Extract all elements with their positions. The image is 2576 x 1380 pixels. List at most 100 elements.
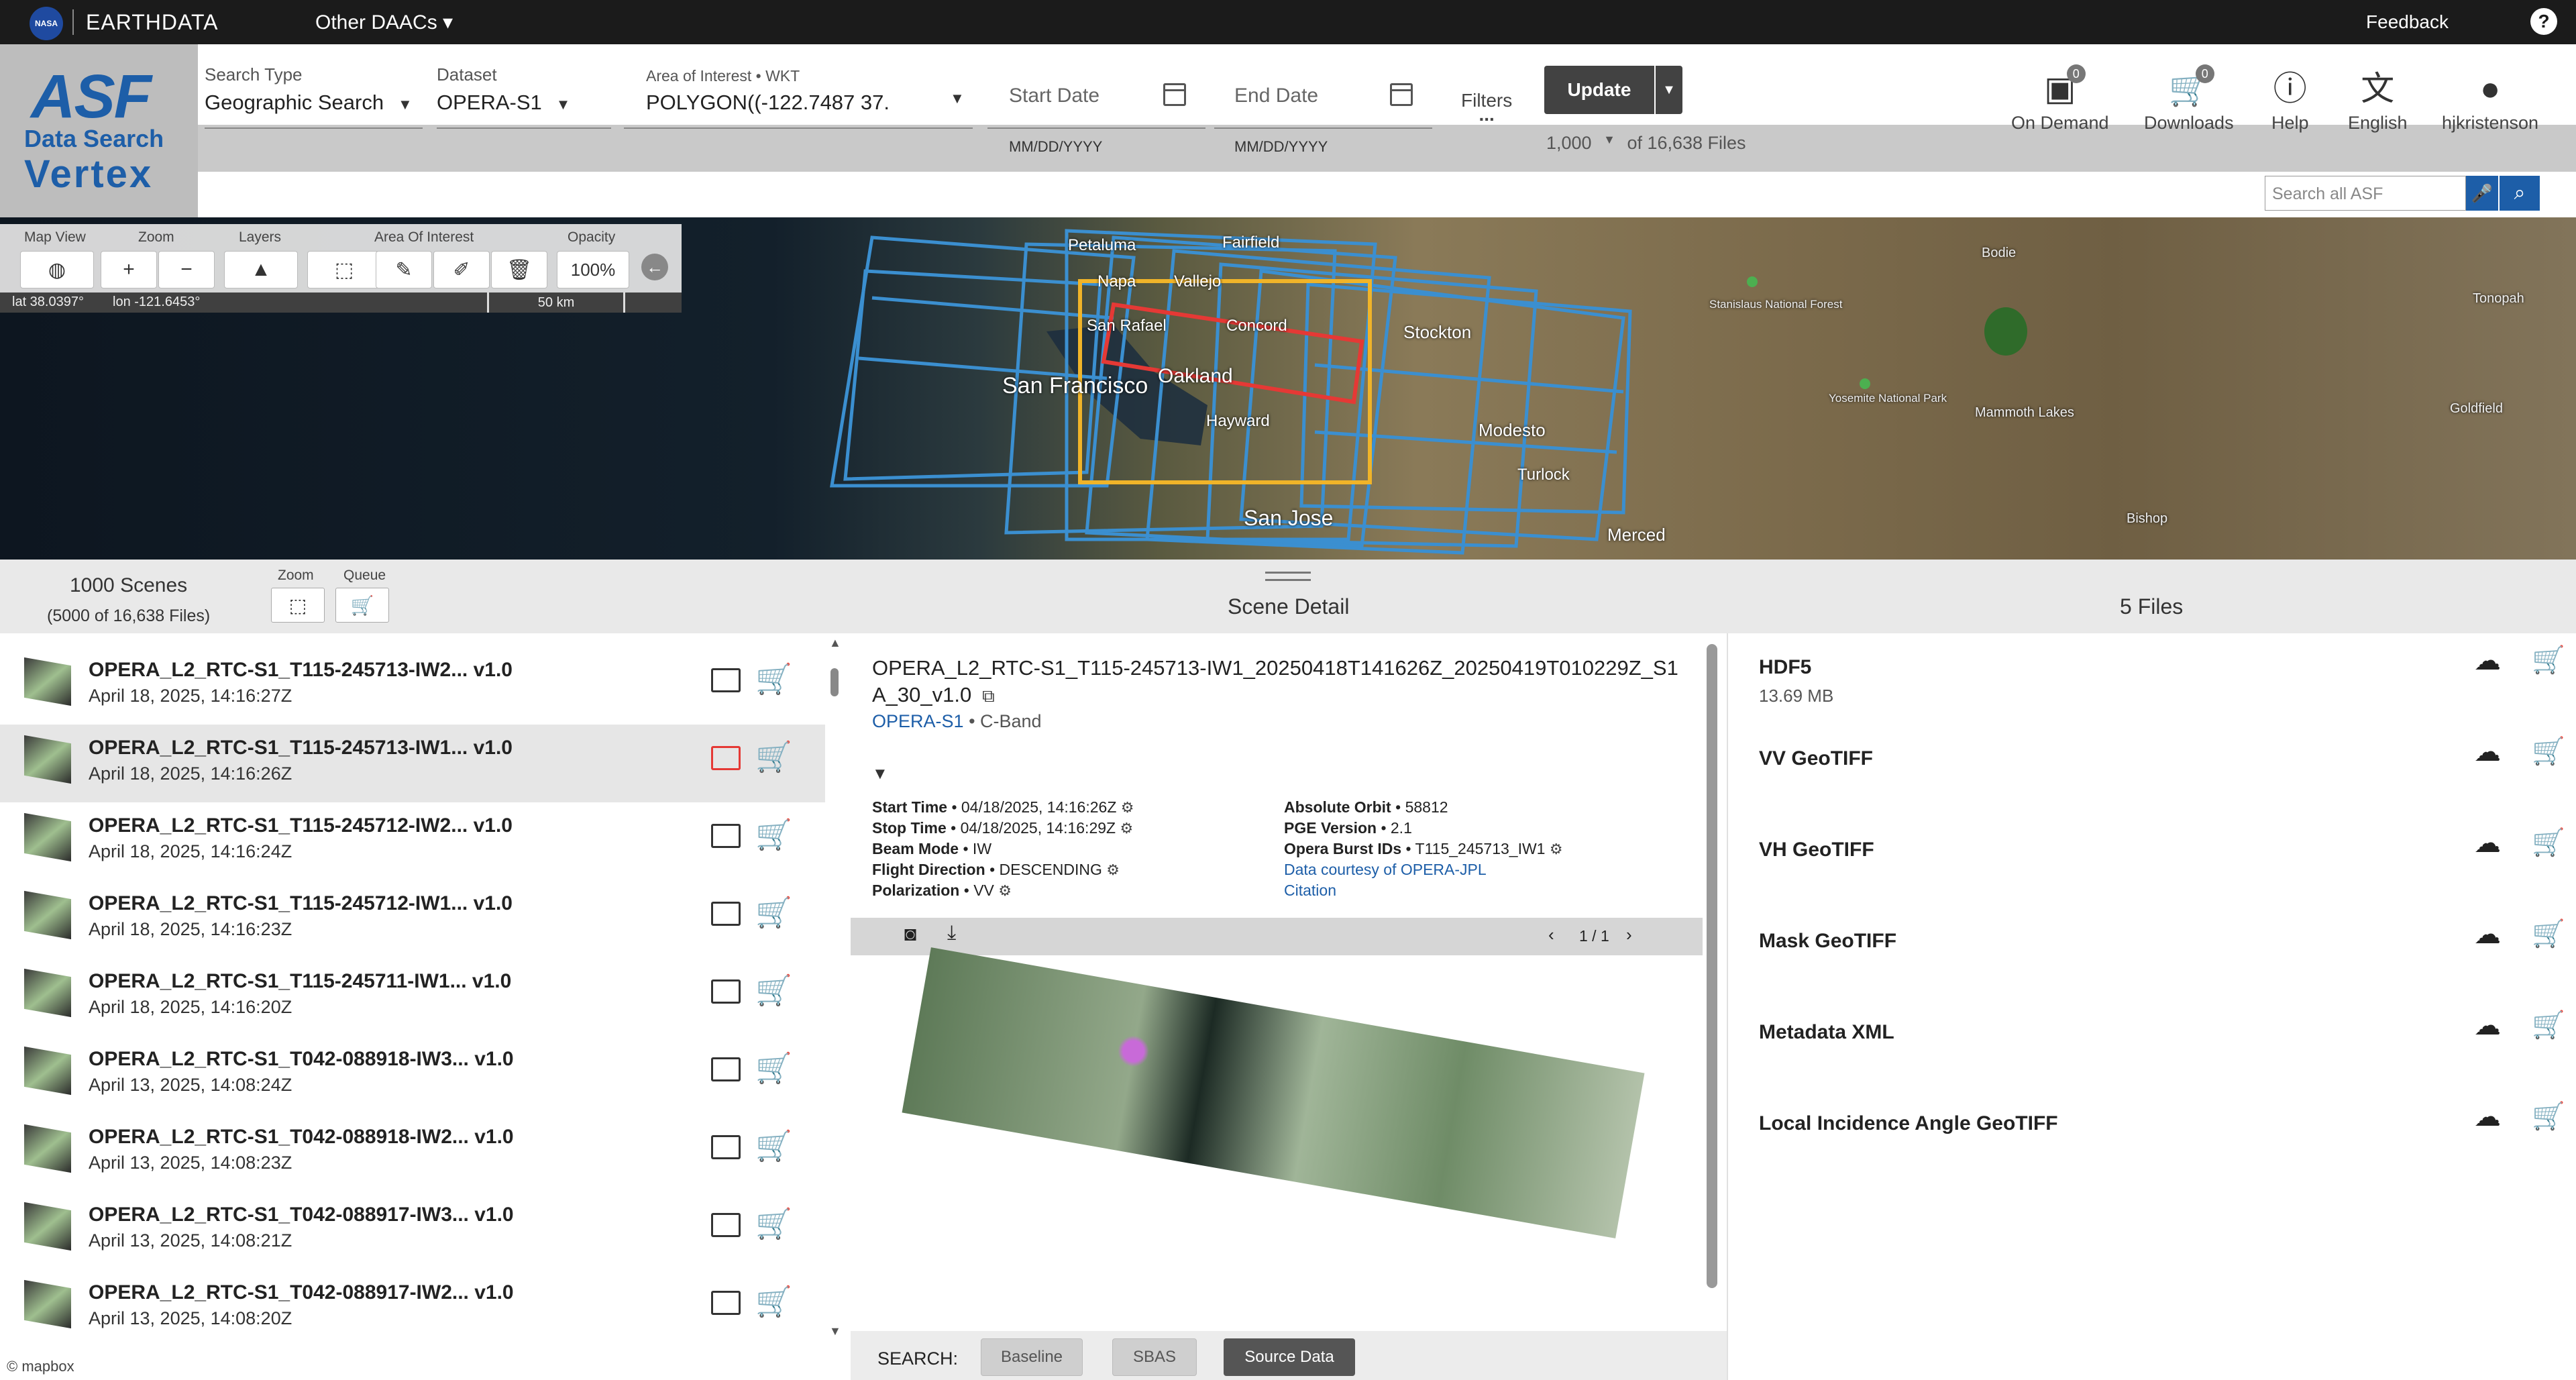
on-demand-button[interactable]: ▣ 0 On Demand [2011,64,2109,134]
add-to-queue-cart-icon[interactable]: 🛒 [2532,644,2565,676]
layers-label: Layers [239,229,282,245]
vertex-logo[interactable]: ASF Data Search Vertex [0,44,198,217]
calendar-icon[interactable] [1163,83,1186,106]
scene-row[interactable]: OPERA_L2_RTC-S1_T115-245713-IW2... v1.0 … [0,647,825,725]
add-to-queue-cart-icon[interactable]: 🛒 [2532,1009,2565,1041]
user-menu-button[interactable]: ● hjkristenson [2442,70,2538,134]
gear-icon[interactable]: ⚙ [1121,799,1134,816]
resize-handle-icon[interactable] [1265,572,1311,581]
add-to-queue-cart-icon[interactable]: 🛒 [755,1284,792,1319]
download-cloud-icon[interactable]: ☁ [2474,737,2501,767]
gear-icon[interactable]: ⚙ [1106,861,1120,878]
search-type-select[interactable]: Search Type Geographic Search ▼ [205,64,413,115]
scroll-down-icon[interactable]: ▼ [829,1324,841,1338]
search-all-input[interactable]: Search all ASF [2265,176,2466,211]
zoom-to-scene-icon[interactable] [711,979,741,1004]
sbas-button[interactable]: SBAS [1112,1338,1197,1376]
collapse-metadata-icon[interactable]: ▼ [872,765,888,784]
aoi-dropdown-icon[interactable]: ▼ [950,90,965,107]
microphone-icon[interactable]: 🎤 [2466,176,2498,211]
language-button[interactable]: 文 English [2348,70,2408,134]
pencil-icon[interactable]: ✎ [376,251,432,288]
search-icon[interactable]: ⌕ [2500,176,2540,211]
scene-row[interactable]: OPERA_L2_RTC-S1_T042-088917-IW3... v1.0 … [0,1191,825,1269]
scene-row[interactable]: OPERA_L2_RTC-S1_T115-245712-IW2... v1.0 … [0,802,825,880]
help-button[interactable]: ⓘ Help [2271,70,2309,134]
queue-all-cart-icon[interactable]: 🛒 [335,588,389,623]
end-date-input[interactable]: End Date [1234,85,1318,107]
calendar-icon[interactable] [1390,83,1413,106]
zoom-to-scene-icon[interactable] [711,668,741,692]
add-to-queue-cart-icon[interactable]: 🛒 [755,1206,792,1241]
zoom-to-results-icon[interactable]: ⬚ [271,588,325,623]
copy-icon[interactable]: ⧉ [977,686,995,706]
download-cloud-icon[interactable]: ☁ [2474,919,2501,950]
previous-icon[interactable]: ‹ [1548,924,1554,945]
max-results-select[interactable]: 1,000 [1546,133,1592,153]
download-cloud-icon[interactable]: ☁ [2474,1102,2501,1132]
add-to-queue-cart-icon[interactable]: 🛒 [2532,827,2565,858]
next-icon[interactable]: › [1626,924,1632,945]
add-to-queue-cart-icon[interactable]: 🛒 [2532,735,2565,767]
view-image-icon[interactable]: ◙ [904,923,916,946]
downloads-button[interactable]: 🛒 0 Downloads [2144,64,2234,134]
other-daacs-menu[interactable]: Other DAACs ▾ [315,11,453,34]
add-to-queue-cart-icon[interactable]: 🛒 [755,739,792,774]
update-button[interactable]: Update [1544,66,1654,114]
detail-scrollbar[interactable] [1707,644,1717,1288]
add-to-queue-cart-icon[interactable]: 🛒 [2532,1100,2565,1132]
zoom-to-scene-icon[interactable] [711,746,741,770]
add-to-queue-cart-icon[interactable]: 🛒 [755,817,792,852]
collapse-controls-icon[interactable]: ← [641,254,668,280]
earthdata-title[interactable]: EARTHDATA [86,10,218,35]
feedback-link[interactable]: Feedback [2366,11,2449,33]
zoom-to-scene-icon[interactable] [711,1057,741,1081]
opacity-select[interactable]: 100% [557,251,629,288]
scene-row[interactable]: OPERA_L2_RTC-S1_T115-245711-IW1... v1.0 … [0,958,825,1036]
gear-icon[interactable]: ⚙ [1120,820,1133,837]
data-courtesy-link[interactable]: Data courtesy of OPERA-JPL [1284,859,1563,880]
zoom-out-icon[interactable]: − [158,251,215,288]
topbar-help-icon[interactable]: ? [2530,8,2557,35]
update-dropdown-icon[interactable]: ▼ [1656,66,1682,114]
dataset-select[interactable]: Dataset OPERA-S1 ▼ [437,64,570,115]
zoom-to-scene-icon[interactable] [711,1135,741,1159]
download-cloud-icon[interactable]: ☁ [2474,828,2501,859]
draw-box-icon[interactable]: ⬚ [307,251,381,288]
add-to-queue-cart-icon[interactable]: 🛒 [755,973,792,1008]
scene-row[interactable]: OPERA_L2_RTC-S1_T042-088918-IW2... v1.0 … [0,1114,825,1191]
download-cloud-icon[interactable]: ☁ [2474,645,2501,676]
edit-icon[interactable]: ✐ [433,251,490,288]
source-data-button[interactable]: Source Data [1224,1338,1355,1376]
download-cloud-icon[interactable]: ☁ [2474,1010,2501,1041]
trash-icon[interactable]: 🗑 [491,251,547,288]
scene-row[interactable]: OPERA_L2_RTC-S1_T042-088917-IW2... v1.0 … [0,1269,825,1347]
add-to-queue-cart-icon[interactable]: 🛒 [755,895,792,930]
scene-row[interactable]: OPERA_L2_RTC-S1_T115-245712-IW1... v1.0 … [0,880,825,958]
add-to-queue-cart-icon[interactable]: 🛒 [755,1128,792,1163]
layers-mountain-icon[interactable]: ▲ [224,251,298,288]
gear-icon[interactable]: ⚙ [1550,841,1563,857]
zoom-in-icon[interactable]: + [101,251,157,288]
zoom-to-scene-icon[interactable] [711,1213,741,1237]
scene-row[interactable]: OPERA_L2_RTC-S1_T042-088918-IW3... v1.0 … [0,1036,825,1114]
dataset-link[interactable]: OPERA-S1 [872,711,964,731]
zoom-to-scene-icon[interactable] [711,1291,741,1315]
download-image-icon[interactable]: ⤓ [947,922,956,945]
citation-link[interactable]: Citation [1284,880,1563,901]
zoom-to-scene-icon[interactable] [711,824,741,848]
gear-icon[interactable]: ⚙ [998,882,1012,899]
start-date-input[interactable]: Start Date [1009,85,1099,107]
aoi-wkt-input[interactable]: Area of Interest • WKT POLYGON((-122.748… [646,67,890,115]
scene-row-selected[interactable]: OPERA_L2_RTC-S1_T115-245713-IW1... v1.0 … [0,725,825,802]
scroll-up-icon[interactable]: ▲ [829,636,841,650]
add-to-queue-cart-icon[interactable]: 🛒 [755,1051,792,1085]
zoom-to-scene-icon[interactable] [711,902,741,926]
chevron-down-icon[interactable]: ▼ [1597,133,1622,146]
filters-button[interactable]: Filters ... [1461,90,1512,124]
globe-icon[interactable]: ◍ [20,251,94,288]
add-to-queue-cart-icon[interactable]: 🛒 [2532,918,2565,949]
add-to-queue-cart-icon[interactable]: 🛒 [755,661,792,696]
scene-list-scrollbar[interactable] [830,668,839,696]
baseline-button[interactable]: Baseline [981,1338,1083,1376]
